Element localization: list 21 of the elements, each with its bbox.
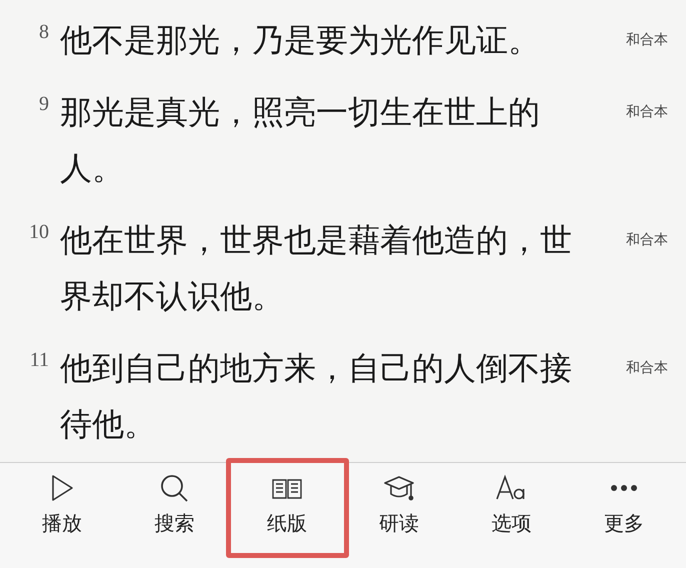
version-label: 和合本 xyxy=(626,103,668,122)
version-label: 和合本 xyxy=(626,231,668,250)
toolbar-button[interactable]: 更多 xyxy=(600,471,648,537)
verse-number: 8 xyxy=(38,20,50,45)
verse-text: 他到自己的地方来，自己的人倒不接待他。 xyxy=(60,348,573,445)
toolbar-button[interactable]: 搜索 xyxy=(150,471,198,537)
toolbar-button[interactable]: 研读 xyxy=(375,471,424,537)
graduation-cap-icon xyxy=(384,473,414,503)
version-label: 和合本 xyxy=(626,359,668,378)
verse-text: 那光是真光，照亮一切生在世上的人。 xyxy=(60,92,541,189)
toolbar-button[interactable]: 播放 xyxy=(38,471,86,537)
verse-text: 他不是那光，乃是要为光作见证。 xyxy=(60,20,541,61)
search-icon xyxy=(159,473,190,503)
toolbar-button[interactable]: 选项 xyxy=(487,471,536,537)
toolbar-button[interactable]: 纸版 xyxy=(262,471,311,537)
verse-number: 9 xyxy=(38,92,50,117)
verse-text: 他在世界，世界也是藉着他造的，世界却不认识他。 xyxy=(60,220,573,317)
verse-number: 11 xyxy=(28,348,50,373)
more-icon xyxy=(608,485,639,491)
version-label: 和合本 xyxy=(626,31,668,50)
verse-number: 10 xyxy=(28,220,50,245)
